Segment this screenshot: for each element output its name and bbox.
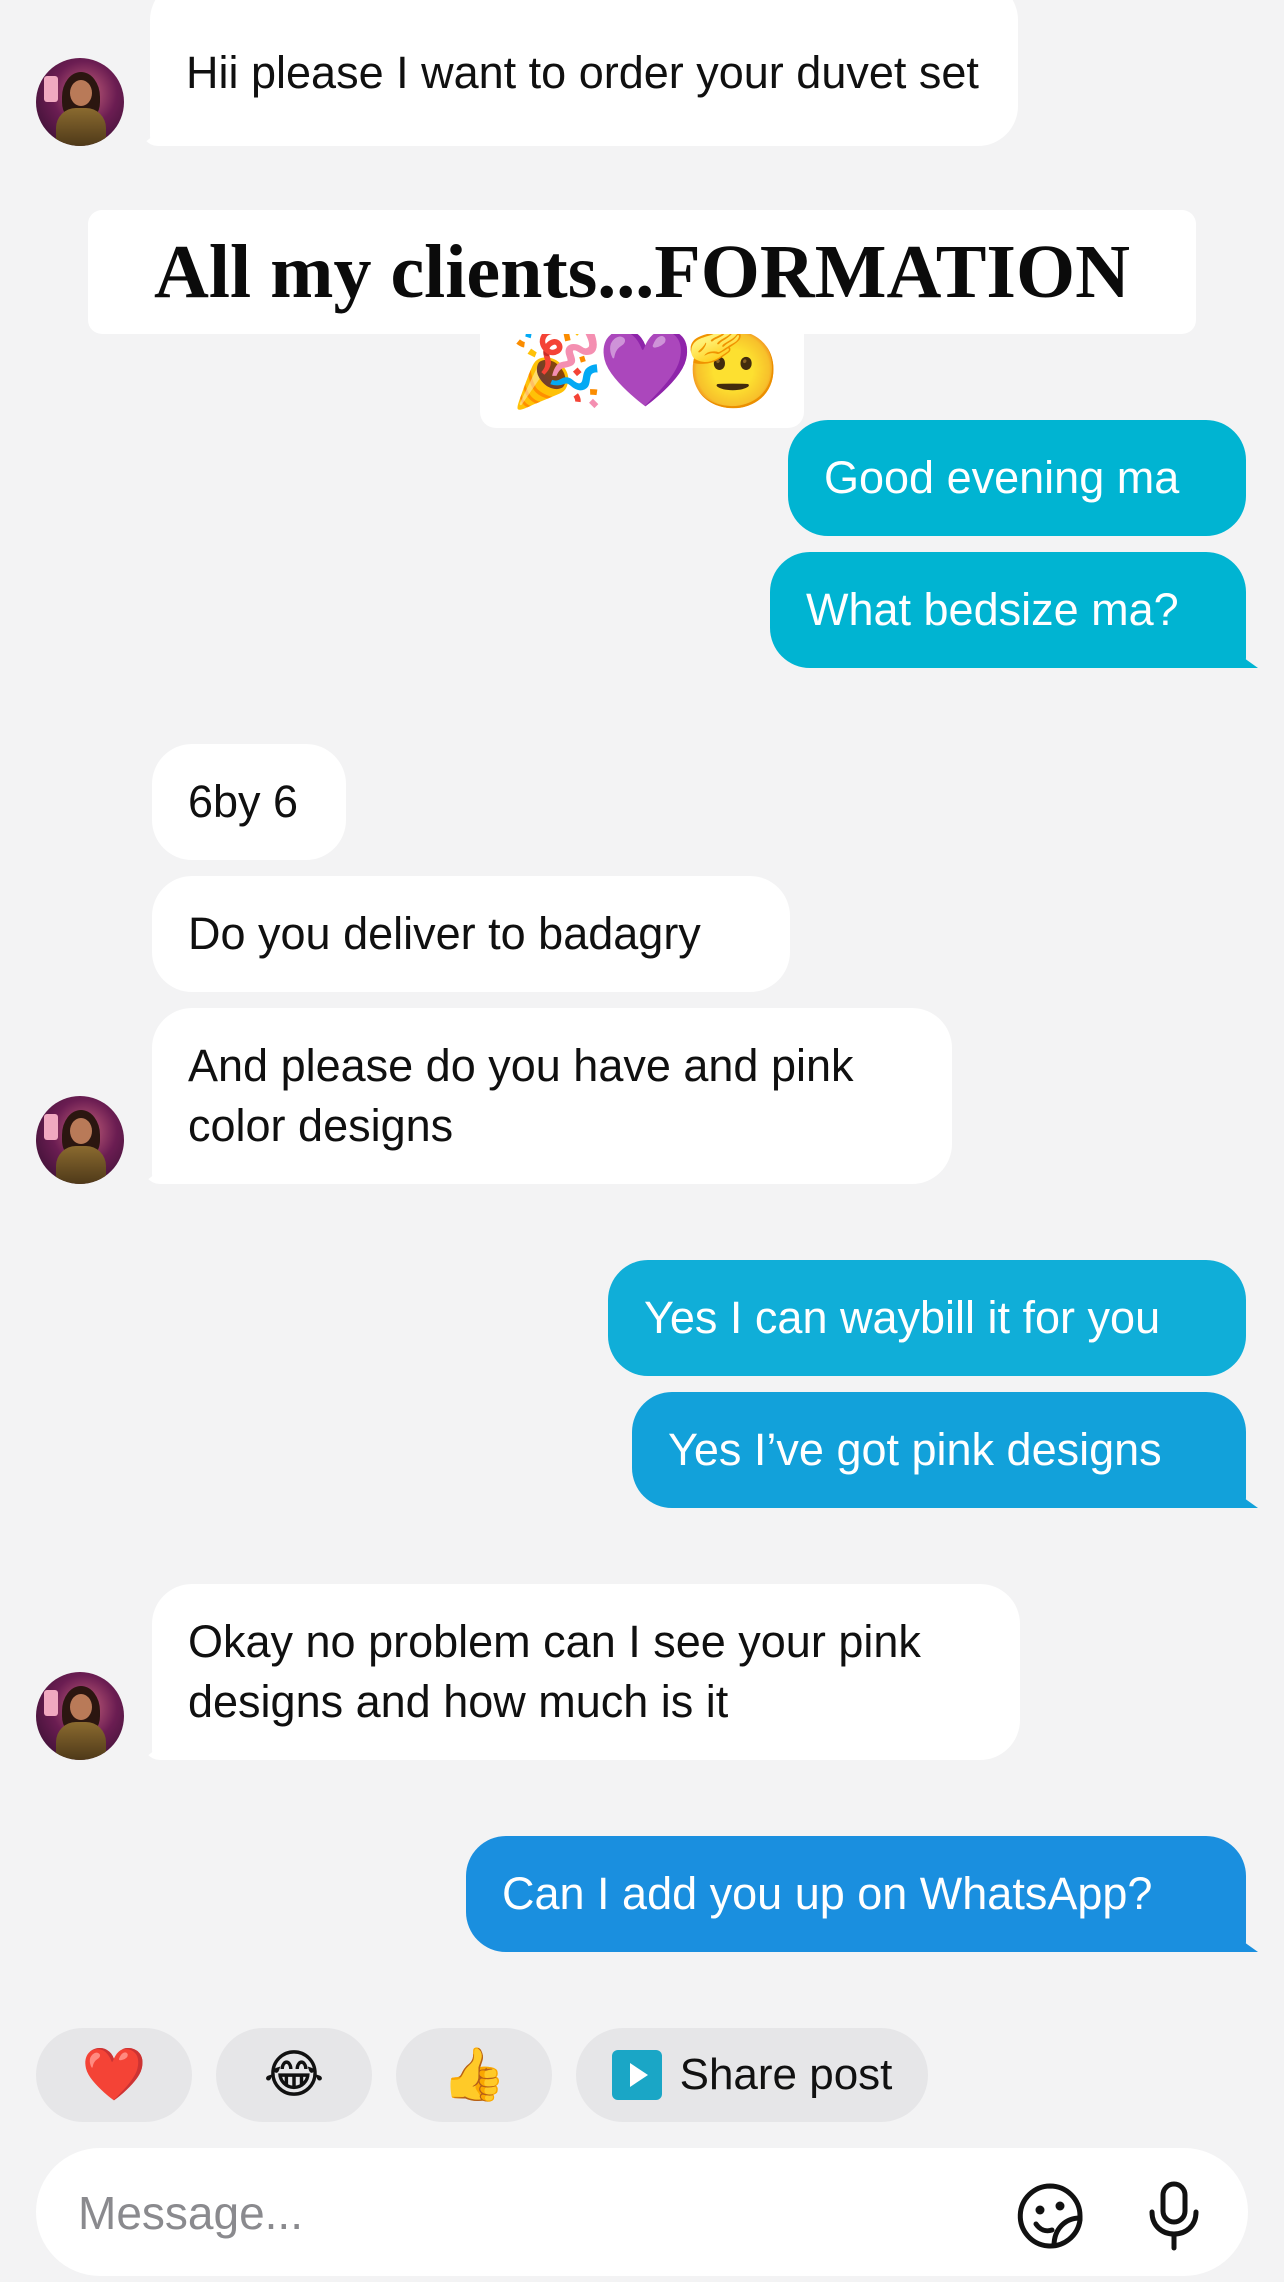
red-heart-icon: ❤️ (81, 2046, 147, 2104)
outgoing-message[interactable]: Yes I’ve got pink designs (632, 1392, 1246, 1508)
message-text: Do you deliver to badagry (188, 908, 701, 959)
saluting-face-emoji: 🫡 (686, 326, 781, 411)
quick-reaction-heart[interactable]: ❤️ (36, 2028, 192, 2122)
party-popper-emoji: 🎉 (510, 326, 605, 411)
outgoing-message[interactable]: Can I add you up on WhatsApp? (466, 1836, 1246, 1952)
outgoing-message[interactable]: What bedsize ma? (770, 552, 1246, 668)
share-post-button[interactable]: Share post (576, 2028, 928, 2122)
incoming-message[interactable]: And please do you have and pink color de… (152, 1008, 952, 1184)
message-text: What bedsize ma? (806, 584, 1179, 635)
sticker-icon[interactable] (1014, 2180, 1086, 2252)
thumbs-up-icon: 👍 (441, 2046, 507, 2104)
outgoing-message[interactable]: Good evening ma (788, 420, 1246, 536)
message-text: Hii please I want to order your duvet se… (186, 47, 979, 98)
message-text: Yes I’ve got pink designs (668, 1424, 1162, 1475)
outgoing-message[interactable]: Yes I can waybill it for you (608, 1260, 1246, 1376)
purple-heart-emoji: 💜 (598, 326, 693, 411)
incoming-message[interactable]: 6by 6 (152, 744, 346, 860)
emoji-message[interactable]: 🎉 💜 🫡 (480, 320, 804, 428)
message-text: Yes I can waybill it for you (644, 1292, 1161, 1343)
message-text: Okay no problem can I see your pink desi… (188, 1616, 921, 1727)
quick-reaction-laugh[interactable]: 😂 (216, 2028, 372, 2122)
quick-reaction-thumbs-up[interactable]: 👍 (396, 2028, 552, 2122)
incoming-message[interactable]: Okay no problem can I see your pink desi… (152, 1584, 1020, 1760)
message-text: And please do you have and pink color de… (188, 1040, 854, 1151)
message-text: Can I add you up on WhatsApp? (502, 1868, 1153, 1919)
message-text: 6by 6 (188, 776, 299, 827)
message-input[interactable] (76, 2172, 980, 2254)
incoming-message[interactable]: Hii please I want to order your duvet se… (150, 0, 1018, 146)
microphone-icon[interactable] (1138, 2180, 1210, 2252)
message-text: Good evening ma (824, 452, 1180, 503)
laughing-face-icon: 😂 (263, 2046, 325, 2104)
message-composer (36, 2148, 1248, 2276)
sender-avatar[interactable] (36, 1672, 124, 1760)
video-caption-overlay: All my clients...FORMATION (88, 210, 1196, 334)
caption-text: All my clients...FORMATION (154, 230, 1130, 314)
share-post-label: Share post (679, 2050, 893, 2099)
sender-avatar[interactable] (36, 58, 124, 146)
sender-avatar[interactable] (36, 1096, 124, 1184)
incoming-message[interactable]: Do you deliver to badagry (152, 876, 790, 992)
share-video-icon (611, 2050, 662, 2100)
